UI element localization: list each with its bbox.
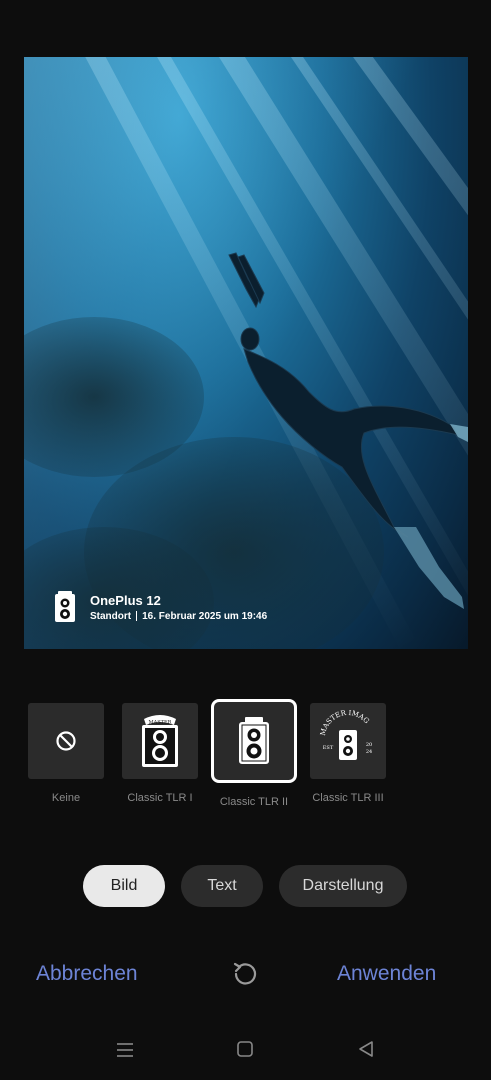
tlr-master-icon: MASTER: [142, 715, 178, 767]
watermark-device: OnePlus 12: [90, 592, 161, 608]
diver-silhouette: [228, 252, 468, 609]
template-label: Classic TLR II: [219, 796, 289, 808]
tlr-camera-icon: [55, 591, 75, 622]
tab-text[interactable]: Text: [181, 865, 263, 907]
menu-icon[interactable]: [115, 1040, 135, 1060]
watermark-separator: [136, 610, 138, 621]
photo-watermark: OnePlus 12 Standort 16. Februar 2025 um 1…: [54, 591, 267, 623]
cancel-button[interactable]: Abbrechen: [36, 962, 138, 986]
master-image-badge-icon: MASTER IMAG EST 20 24: [319, 709, 372, 760]
tab-bild[interactable]: Bild: [83, 865, 165, 907]
apply-button[interactable]: Anwenden: [337, 962, 436, 986]
template-thumbnail[interactable]: MASTER IMAG EST 20 24: [310, 703, 386, 779]
year-top-text: 20: [366, 742, 372, 748]
template-thumbnail[interactable]: [28, 703, 104, 779]
template-classic-tlr-2[interactable]: Classic TLR II: [211, 699, 297, 808]
master-text: MASTER: [149, 720, 172, 726]
template-thumbnail[interactable]: MASTER: [122, 703, 198, 779]
reset-icon[interactable]: [232, 961, 258, 987]
template-classic-tlr-3[interactable]: MASTER IMAG EST 20 24 Classic TLR III: [309, 703, 387, 808]
template-classic-tlr-1[interactable]: MASTER Classic TLR I: [121, 703, 199, 808]
tlr-camera-icon: [239, 717, 269, 764]
photo-preview: OnePlus 12 Standort 16. Februar 2025 um 1…: [24, 57, 468, 649]
home-icon[interactable]: [236, 1040, 254, 1058]
editor-tabs: Bild Text Darstellung: [83, 865, 407, 907]
template-label: Classic TLR I: [127, 792, 193, 804]
template-label: Keine: [51, 792, 81, 804]
watermark-location: Standort: [90, 610, 132, 622]
year-bottom-text: 24: [366, 749, 372, 755]
template-label: Classic TLR III: [312, 792, 384, 804]
back-icon[interactable]: [357, 1040, 375, 1058]
template-keine[interactable]: Keine: [27, 703, 105, 808]
est-text: EST: [323, 745, 334, 751]
watermark-date: 16. Februar 2025 um 19:46: [142, 610, 268, 622]
watermark-template-list: Keine MASTER Classic TLR I Classic TLR I…: [27, 699, 387, 808]
template-thumbnail-selected[interactable]: [211, 699, 297, 783]
system-navigation-bar: [0, 1036, 491, 1066]
tab-darstellung[interactable]: Darstellung: [279, 865, 407, 907]
action-bar: Abbrechen Anwenden: [0, 958, 491, 992]
watermark-meta: Standort 16. Februar 2025 um 19:46: [90, 611, 267, 622]
none-icon: [56, 731, 76, 751]
